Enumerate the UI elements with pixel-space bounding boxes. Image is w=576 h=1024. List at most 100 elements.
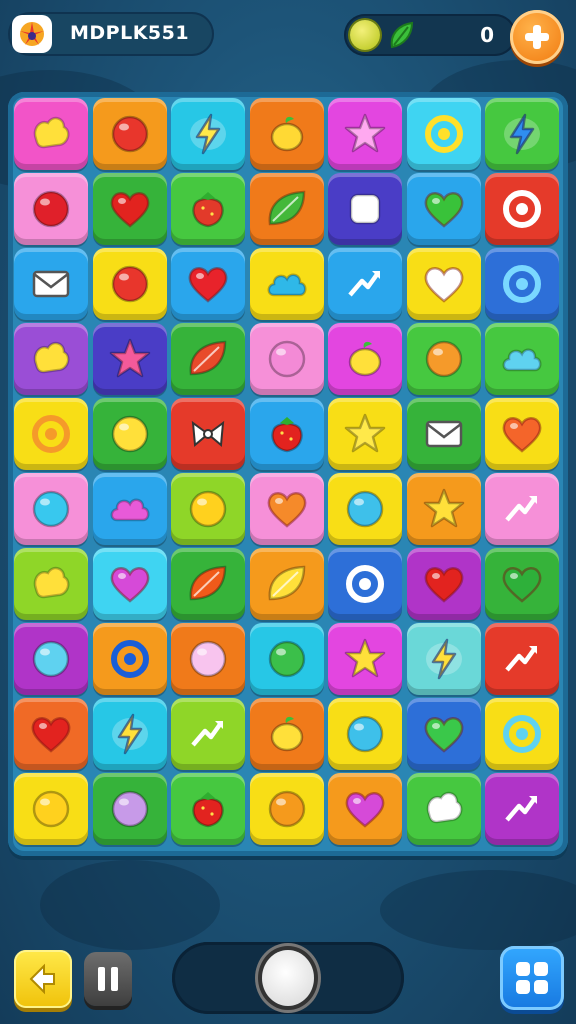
tile-r6-c5[interactable]: [328, 473, 402, 545]
tile-r7-c3[interactable]: [171, 548, 245, 620]
back-button[interactable]: [14, 950, 72, 1008]
tile-r8-c2[interactable]: [92, 623, 167, 695]
tile-r10-c4[interactable]: [249, 773, 324, 845]
bolt-icon: [111, 713, 148, 755]
heart-icon: [110, 192, 149, 228]
tile-r7-c1[interactable]: [14, 548, 88, 620]
tile-r10-c1[interactable]: [14, 773, 88, 845]
add-currency-button[interactable]: [510, 10, 564, 64]
tile-r3-c5[interactable]: [328, 248, 402, 320]
arrow-icon: [505, 496, 537, 522]
tile-r1-c5[interactable]: [328, 98, 402, 170]
bolt-icon: [425, 638, 462, 680]
tile-r10-c6[interactable]: [406, 773, 481, 845]
leaf-icon: [390, 21, 414, 49]
circle-icon: [189, 490, 227, 528]
tile-r5-c3[interactable]: [171, 398, 245, 470]
tile-r4-c5[interactable]: [328, 323, 402, 395]
score-value: 0: [480, 23, 494, 47]
tile-r9-c5[interactable]: [328, 698, 402, 770]
tile-r2-c3[interactable]: [171, 173, 245, 245]
tile-r7-c7[interactable]: [485, 548, 559, 620]
tile-r5-c7[interactable]: [485, 398, 559, 470]
tile-r1-c3[interactable]: [171, 98, 245, 170]
tile-r9-c3[interactable]: [171, 698, 245, 770]
tile-r1-c7[interactable]: [485, 98, 559, 170]
tile-r6-c1[interactable]: [14, 473, 88, 545]
tile-r2-c2[interactable]: [92, 173, 167, 245]
tile-r2-c4[interactable]: [249, 173, 324, 245]
tile-r4-c2[interactable]: [92, 323, 167, 395]
tile-r9-c4[interactable]: [249, 698, 324, 770]
circle-icon: [32, 190, 70, 228]
tile-r2-c7[interactable]: [485, 173, 559, 245]
tile-r2-c6[interactable]: [406, 173, 481, 245]
pause-button[interactable]: [84, 952, 132, 1006]
pause-icon: [98, 967, 118, 991]
circle-icon: [346, 715, 384, 753]
tile-r2-c1[interactable]: [14, 173, 88, 245]
envelope-icon: [425, 420, 462, 448]
tile-r4-c3[interactable]: [171, 323, 245, 395]
star-icon: [344, 413, 386, 453]
tile-r10-c7[interactable]: [485, 773, 559, 845]
ring-icon: [110, 640, 149, 678]
tile-r5-c4[interactable]: [249, 398, 324, 470]
tile-r2-c5[interactable]: [328, 173, 402, 245]
tile-r7-c4[interactable]: [249, 548, 324, 620]
tile-r1-c2[interactable]: [92, 98, 167, 170]
circle-icon: [189, 640, 227, 678]
tile-r3-c6[interactable]: [406, 248, 481, 320]
tile-r4-c4[interactable]: [249, 323, 324, 395]
tile-r4-c7[interactable]: [485, 323, 559, 395]
tile-r7-c6[interactable]: [406, 548, 481, 620]
tile-r5-c1[interactable]: [14, 398, 88, 470]
app-title: MDPLK551: [70, 22, 190, 44]
tile-r7-c2[interactable]: [92, 548, 167, 620]
tile-r8-c3[interactable]: [171, 623, 245, 695]
tile-r8-c5[interactable]: [328, 623, 402, 695]
tile-r6-c3[interactable]: [171, 473, 245, 545]
menu-button[interactable]: [500, 946, 564, 1010]
tile-r4-c6[interactable]: [406, 323, 481, 395]
tile-r1-c1[interactable]: [14, 98, 88, 170]
berry-icon: [192, 792, 224, 828]
coin-icon: [350, 20, 380, 50]
tile-r10-c2[interactable]: [92, 773, 167, 845]
tile-r6-c6[interactable]: [406, 473, 481, 545]
arrow-icon: [505, 646, 537, 672]
tile-r8-c6[interactable]: [406, 623, 481, 695]
tile-r1-c6[interactable]: [406, 98, 481, 170]
tile-r6-c7[interactable]: [485, 473, 559, 545]
tile-r5-c5[interactable]: [328, 398, 402, 470]
tile-r4-c1[interactable]: [14, 323, 88, 395]
lemon-icon: [270, 116, 303, 152]
tile-r8-c1[interactable]: [14, 623, 88, 695]
tile-r9-c2[interactable]: [92, 698, 167, 770]
tile-r5-c6[interactable]: [406, 398, 481, 470]
arrow-icon: [191, 721, 223, 747]
tile-r9-c6[interactable]: [406, 698, 481, 770]
tile-r3-c2[interactable]: [92, 248, 167, 320]
tile-r9-c1[interactable]: [14, 698, 88, 770]
tile-r10-c5[interactable]: [328, 773, 402, 845]
tile-r5-c2[interactable]: [92, 398, 167, 470]
tile-r8-c7[interactable]: [485, 623, 559, 695]
blob-icon: [33, 116, 70, 149]
tile-r3-c7[interactable]: [485, 248, 559, 320]
star-icon: [109, 338, 150, 378]
cloud-icon: [110, 498, 149, 522]
tile-r8-c4[interactable]: [249, 623, 324, 695]
tile-r3-c3[interactable]: [171, 248, 245, 320]
tile-r9-c7[interactable]: [485, 698, 559, 770]
tile-r6-c2[interactable]: [92, 473, 167, 545]
berry-icon: [192, 192, 224, 228]
tile-r7-c5[interactable]: [328, 548, 402, 620]
egg-icon[interactable]: [262, 950, 314, 1006]
tile-r6-c4[interactable]: [249, 473, 324, 545]
tile-r3-c4[interactable]: [249, 248, 324, 320]
bow-icon: [191, 420, 225, 448]
tile-r10-c3[interactable]: [171, 773, 245, 845]
tile-r1-c4[interactable]: [249, 98, 324, 170]
tile-r3-c1[interactable]: [14, 248, 88, 320]
